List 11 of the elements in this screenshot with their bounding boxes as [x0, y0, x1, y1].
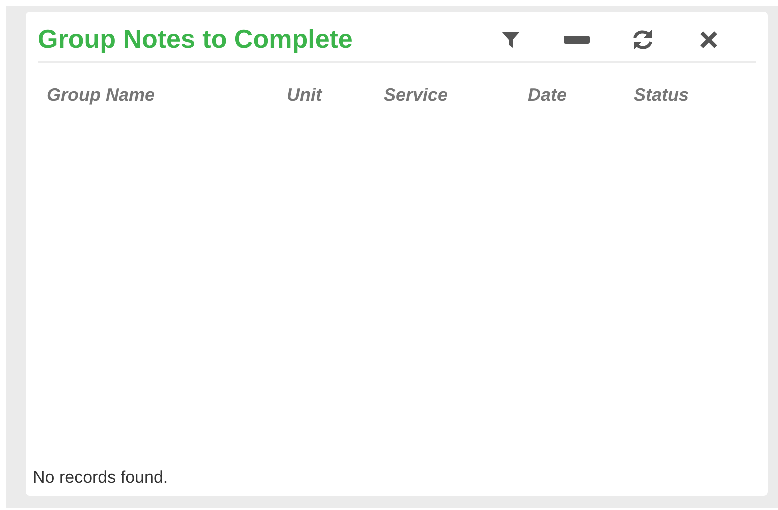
filter-icon: [501, 30, 521, 50]
panel-title: Group Notes to Complete: [38, 24, 354, 55]
column-header: Date: [528, 85, 568, 106]
column-header: Service: [384, 85, 450, 106]
column-header: Unit: [287, 85, 324, 106]
column-header: Group Name: [47, 85, 156, 106]
column-header: Status: [634, 85, 690, 106]
close-icon: [700, 30, 718, 48]
empty-message: No records found.: [32, 468, 170, 489]
minimize-icon: [564, 34, 590, 44]
refresh-icon: [631, 28, 655, 50]
